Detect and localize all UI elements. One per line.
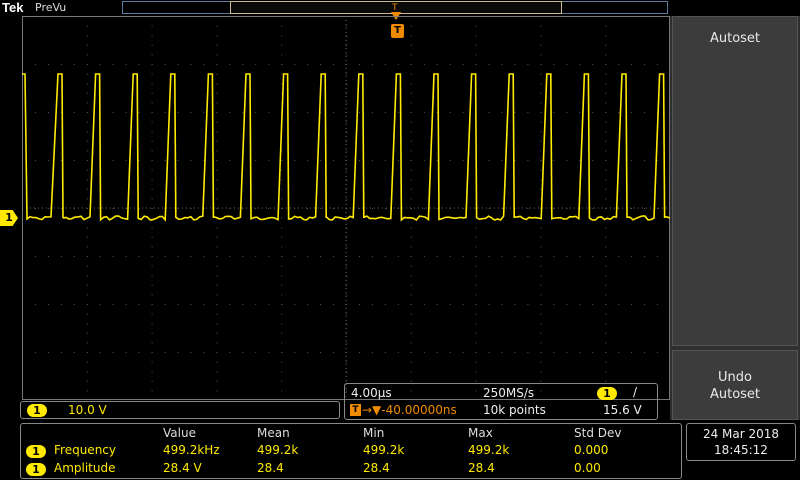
top-status-bar: Tek PreVu T	[0, 0, 670, 20]
measurement-value: 499.2kHz	[163, 443, 220, 457]
brand-logo: Tek	[2, 0, 24, 15]
acquisition-mode: PreVu	[35, 1, 67, 14]
measurement-mean: 499.2k	[257, 443, 299, 457]
waveform-graticule[interactable]	[22, 16, 670, 400]
measurement-max: 28.4	[468, 461, 495, 475]
time-per-div: 4.00µs	[351, 386, 392, 400]
trigger-position: →▼-40.00000ns	[362, 403, 457, 417]
col-header-min: Min	[363, 426, 385, 440]
undo-autoset-button[interactable]: Undo Autoset	[672, 350, 798, 420]
trigger-position-badge: T	[350, 404, 361, 416]
undo-label-line2: Autoset	[709, 387, 761, 402]
sample-rate: 250MS/s	[483, 386, 535, 400]
col-header-mean: Mean	[257, 426, 290, 440]
trigger-level: 15.6 V	[603, 403, 642, 417]
channel-1-badge: 1	[26, 445, 46, 458]
col-header-value: Value	[163, 426, 196, 440]
date-time-display[interactable]: 24 Mar 2018 18:45:12	[686, 423, 796, 461]
measurement-std-dev: 0.000	[574, 443, 609, 457]
date-text: 24 Mar 2018	[702, 427, 780, 441]
channel-1-trace	[22, 73, 670, 222]
autoset-button[interactable]: Autoset	[672, 16, 798, 346]
measurement-value: 28.4 V	[163, 461, 202, 475]
channel-1-scale-readout[interactable]: 1 10.0 V	[20, 401, 340, 419]
record-length: 10k points	[483, 403, 546, 417]
channel-1-volts-per-div: 10.0 V	[68, 403, 107, 417]
timebase-readout[interactable]: 4.00µs 250MS/s 1 / T →▼-40.00000ns 10k p…	[344, 383, 658, 420]
col-header-max: Max	[468, 426, 493, 440]
autoset-button-label: Autoset	[709, 31, 761, 46]
measurement-min: 499.2k	[363, 443, 405, 457]
trigger-marker-icon[interactable]: T	[391, 24, 404, 38]
time-text: 18:45:12	[714, 443, 768, 457]
measurement-max: 499.2k	[468, 443, 510, 457]
channel-1-badge: 1	[26, 463, 46, 476]
side-menu: Autoset Undo Autoset	[670, 16, 800, 420]
channel-1-badge: 1	[27, 404, 47, 417]
trigger-slope-icon: /	[633, 385, 638, 399]
measurement-table[interactable]: Value Mean Min Max Std Dev 1 Frequency 4…	[20, 423, 682, 479]
svg-text:T: T	[391, 3, 398, 13]
undo-label-line1: Undo	[718, 370, 752, 385]
trigger-source-badge: 1	[597, 387, 617, 400]
col-header-std-dev: Std Dev	[574, 426, 622, 440]
measurement-mean: 28.4	[257, 461, 284, 475]
measurement-name: Frequency	[54, 443, 116, 457]
channel-1-marker-icon[interactable]: 1	[0, 210, 18, 226]
measurement-min: 28.4	[363, 461, 390, 475]
measurement-name: Amplitude	[54, 461, 116, 475]
measurement-std-dev: 0.00	[574, 461, 601, 475]
